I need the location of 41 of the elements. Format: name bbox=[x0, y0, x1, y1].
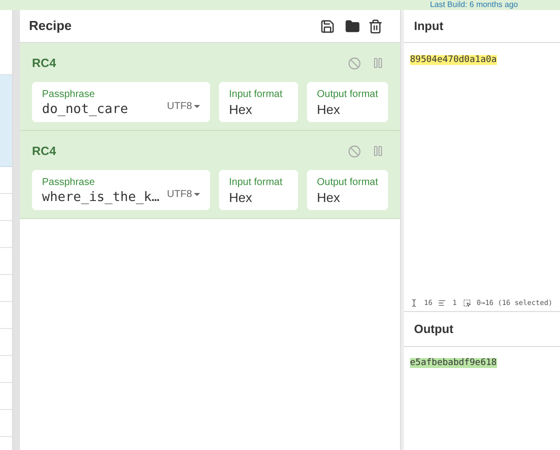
caret-icon bbox=[194, 193, 200, 196]
passphrase-field[interactable]: Passphrase where_is_the_k… UTF8 bbox=[32, 170, 210, 210]
output-text: e5afbebabdf9e618 bbox=[410, 358, 497, 368]
input-text: 89504e470d0a1a0a bbox=[410, 55, 497, 65]
panel-title: Recipe bbox=[29, 17, 73, 36]
output-format-field[interactable]: Output format Hex bbox=[306, 170, 388, 210]
operation-title: RC4 bbox=[32, 143, 58, 160]
panel-title: Output bbox=[414, 321, 454, 338]
disable-icon[interactable] bbox=[348, 144, 361, 158]
pause-icon[interactable] bbox=[372, 57, 384, 69]
field-label: Input format bbox=[229, 89, 284, 101]
caret-icon bbox=[194, 105, 200, 108]
field-value: do_not_care bbox=[42, 101, 130, 119]
field-value: Hex bbox=[316, 189, 341, 207]
delete-icon[interactable] bbox=[368, 18, 383, 34]
panel-title: Input bbox=[414, 18, 444, 35]
input-area[interactable]: 89504e470d0a1a0a bbox=[404, 43, 560, 295]
field-label: Input format bbox=[229, 177, 284, 189]
passphrase-field[interactable]: Passphrase do_not_care UTF8 bbox=[32, 82, 210, 122]
field-value: Hex bbox=[229, 101, 254, 119]
selection-icon bbox=[462, 299, 471, 307]
output-format-field[interactable]: Output format Hex bbox=[306, 82, 388, 122]
field-value: Hex bbox=[316, 101, 341, 119]
disable-icon[interactable] bbox=[348, 56, 361, 70]
input-format-field[interactable]: Input format Hex bbox=[219, 82, 298, 122]
field-label: Output format bbox=[316, 177, 378, 189]
field-label: Output format bbox=[316, 89, 378, 101]
field-value: Hex bbox=[229, 189, 254, 207]
field-label: Passphrase bbox=[42, 177, 96, 189]
folder-icon[interactable] bbox=[345, 18, 360, 34]
length-icon bbox=[410, 299, 418, 307]
field-label: Passphrase bbox=[42, 89, 96, 101]
field-value: where_is_the_k… bbox=[42, 189, 160, 207]
lines-icon bbox=[438, 299, 446, 307]
build-info-text: Last Build: 6 months ago bbox=[430, 0, 518, 10]
pause-icon[interactable] bbox=[372, 145, 384, 157]
encoding-dropdown[interactable]: UTF8 bbox=[167, 99, 200, 114]
save-icon[interactable] bbox=[320, 18, 335, 34]
encoding-dropdown[interactable]: UTF8 bbox=[167, 187, 200, 202]
input-format-field[interactable]: Input format Hex bbox=[219, 170, 298, 210]
operation-title: RC4 bbox=[32, 55, 58, 72]
